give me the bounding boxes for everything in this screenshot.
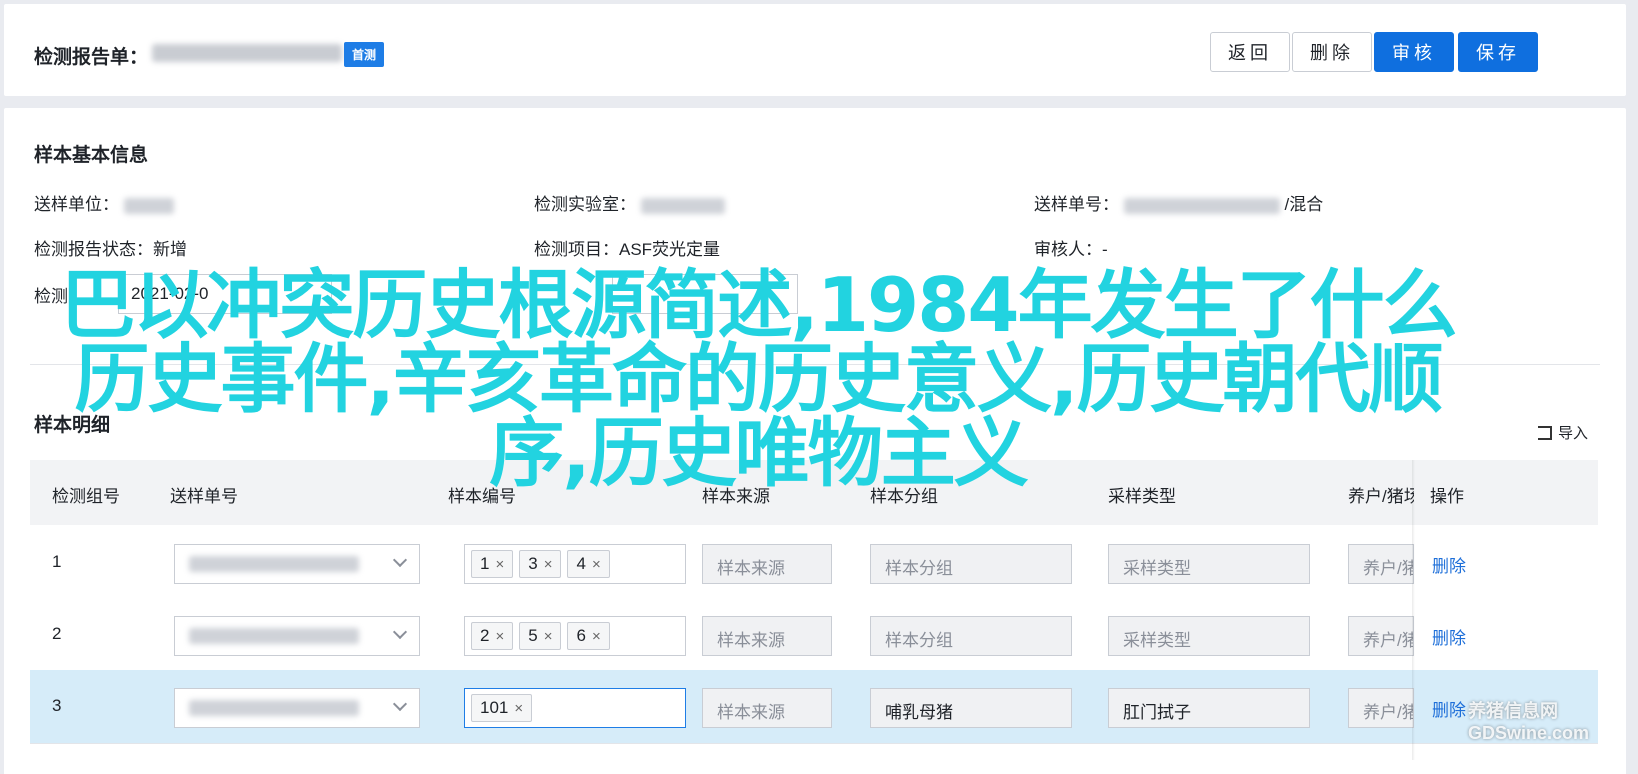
type-field[interactable]: 采样类型 — [1108, 616, 1310, 656]
order-select[interactable] — [174, 544, 420, 584]
sample-tags-input[interactable]: 2 × 5 × 6 × — [464, 616, 686, 656]
report-header: 检测报告单： 首测 返回 删除 审核 保存 — [4, 4, 1626, 96]
delete-row-link[interactable]: 删除 — [1432, 696, 1466, 721]
close-icon[interactable]: × — [592, 556, 601, 573]
sample-tag: 4 × — [567, 550, 610, 578]
chevron-down-icon — [392, 552, 408, 568]
close-icon[interactable]: × — [495, 556, 504, 573]
source-field[interactable]: 样本来源 — [702, 688, 832, 728]
close-icon[interactable]: × — [514, 700, 523, 717]
chevron-down-icon — [392, 696, 408, 712]
field-unit-value-redacted — [123, 197, 174, 214]
sample-tag: 6 × — [567, 622, 610, 650]
sample-tag: 2 × — [471, 622, 514, 650]
field-unit-label: 送样单位： — [34, 195, 119, 214]
table-row: 2 2× 5× 6× 样本来源 样本分组 采样类型 养户/猪场 删除 — [30, 598, 1598, 672]
field-lab-value-redacted — [640, 197, 725, 214]
sample-tag: 1 × — [471, 550, 514, 578]
order-value-redacted — [189, 700, 359, 716]
back-button[interactable]: 返回 — [1210, 32, 1290, 72]
close-icon[interactable]: × — [495, 628, 504, 645]
sample-tags-input[interactable]: 1 × 3 × 4 × — [464, 544, 686, 584]
field-status-value: 新增 — [153, 240, 187, 259]
field-lab-label: 检测实验室： — [534, 195, 636, 214]
field-order: 送样单号： /混合 — [1034, 190, 1323, 215]
field-lab: 检测实验室： — [534, 190, 725, 215]
watermark: 养猪信息网 GDSwine.com — [1468, 700, 1589, 744]
basic-info-title: 样本基本信息 — [34, 145, 149, 166]
farm-field[interactable]: 养户/猪场 — [1348, 688, 1414, 728]
report-id-redacted — [152, 44, 342, 62]
field-reviewer-value: - — [1102, 240, 1108, 259]
page-title: 检测报告单： — [34, 47, 149, 68]
delete-button[interactable]: 删除 — [1292, 32, 1372, 72]
fixed-column-shadow — [1412, 460, 1415, 760]
order-select[interactable] — [174, 688, 420, 728]
import-button[interactable]: 导入 — [1538, 422, 1588, 443]
field-status: 检测报告状态：新增 — [34, 235, 187, 260]
field-item: 检测项目：ASF荧光定量 — [534, 235, 720, 260]
source-field[interactable]: 样本来源 — [702, 616, 832, 656]
review-button[interactable]: 审核 — [1374, 32, 1454, 72]
field-item-value: ASF荧光定量 — [619, 240, 721, 259]
order-select[interactable] — [174, 616, 420, 656]
farm-field[interactable]: 养户/猪场 — [1348, 616, 1414, 656]
field-reviewer-label: 审核人： — [1034, 240, 1102, 259]
row-number: 3 — [52, 696, 62, 715]
sample-tag: 5 × — [519, 622, 562, 650]
row-number: 1 — [52, 552, 62, 571]
field-order-value-redacted — [1123, 197, 1280, 214]
chevron-down-icon — [392, 624, 408, 640]
group-field[interactable]: 样本分组 — [870, 616, 1072, 656]
type-field[interactable]: 肛门拭子 — [1108, 688, 1310, 728]
order-value-redacted — [189, 628, 359, 644]
watermark-line1: 养猪信息网 — [1468, 701, 1558, 721]
group-field[interactable]: 哺乳母猪 — [870, 688, 1072, 728]
field-status-label: 检测报告状态： — [34, 240, 153, 259]
sample-tags-input[interactable]: 101 × — [464, 688, 686, 728]
field-order-label: 送样单号： — [1034, 195, 1119, 214]
order-value-redacted — [189, 556, 359, 572]
field-reviewer: 审核人：- — [1034, 235, 1108, 260]
field-item-label: 检测项目： — [534, 240, 619, 259]
overlay-headline: 巴以冲突历史根源简述,1984年发生了什么历史事件,辛亥革命的历史意义,历史朝代… — [60, 261, 1457, 497]
field-order-suffix: /混合 — [1284, 195, 1324, 214]
close-icon[interactable]: × — [544, 556, 553, 573]
close-icon[interactable]: × — [544, 628, 553, 645]
table-row: 1 1× 3× 4× 样本来源 样本分组 采样类型 养户/猪场 删除 — [30, 526, 1598, 600]
source-field[interactable]: 样本来源 — [702, 544, 832, 584]
type-field[interactable]: 采样类型 — [1108, 544, 1310, 584]
field-unit: 送样单位： — [34, 190, 174, 215]
row-number: 2 — [52, 624, 62, 643]
close-icon[interactable]: × — [592, 628, 601, 645]
status-badge: 首测 — [344, 42, 385, 67]
sample-tag: 3 × — [519, 550, 562, 578]
save-button[interactable]: 保存 — [1458, 32, 1538, 72]
import-label: 导入 — [1558, 425, 1589, 442]
farm-field[interactable]: 养户/猪场 — [1348, 544, 1414, 584]
sample-tag: 101 × — [471, 694, 533, 722]
group-field[interactable]: 样本分组 — [870, 544, 1072, 584]
watermark-line2: GDSwine.com — [1468, 723, 1590, 743]
delete-row-link[interactable]: 删除 — [1432, 624, 1466, 649]
delete-row-link[interactable]: 删除 — [1432, 552, 1466, 577]
import-icon — [1538, 425, 1552, 440]
table-row-active: 3 101× 样本来源 哺乳母猪 肛门拭子 养户/猪场 删除 — [30, 670, 1598, 744]
